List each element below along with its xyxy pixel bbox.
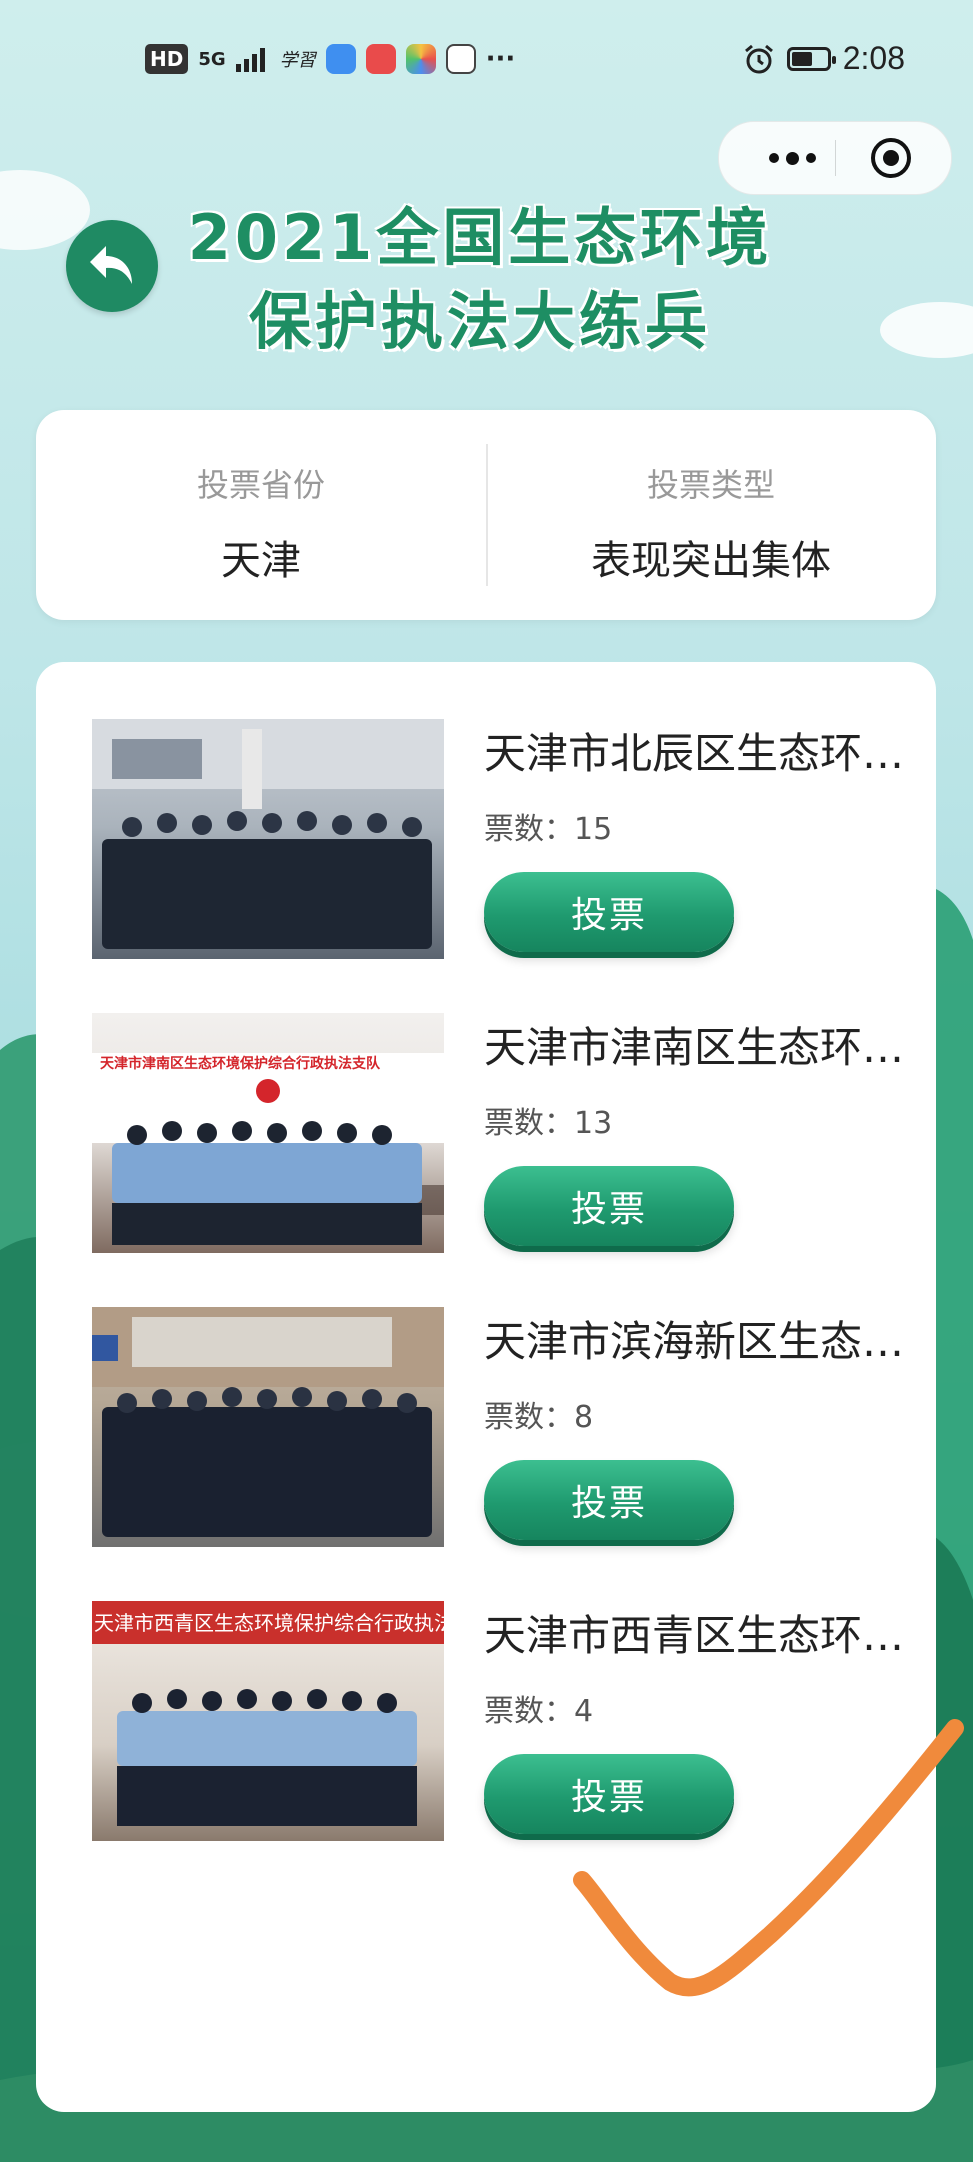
list-item: 天津市西青区生态环境保护综合行政执法支队 天津市西青区生态环境保护综合行政执法支… (36, 1544, 936, 1841)
team-photo (92, 1307, 444, 1547)
team-photo: 天津市西青区生态环境保护综合行政执法支队 (92, 1601, 444, 1841)
vote-button[interactable]: 投票 (484, 1754, 734, 1834)
vote-count: 票数：8 (484, 1392, 593, 1436)
candidate-name: 天津市西青区生态环境保护综合行政执法支队 (484, 1611, 928, 1660)
vote-count: 票数：15 (484, 804, 612, 848)
miniprogram-capsule (718, 121, 952, 195)
vote-count-value: 13 (574, 1106, 613, 1141)
vote-count-label: 票数： (484, 1694, 574, 1729)
colorful-app-icon (405, 44, 436, 74)
status-bar-left: HD 5G 学習 ··· (145, 44, 515, 74)
vote-count: 票数：13 (484, 1098, 612, 1142)
vote-count-label: 票数： (484, 1400, 574, 1435)
province-filter[interactable]: 投票省份 天津 (36, 410, 486, 620)
photo-banner-text: 天津市津南区生态环境保护综合行政执法支队 (100, 1056, 380, 1072)
vote-button[interactable]: 投票 (484, 872, 734, 952)
list-item: 天津市津南区生态环境保护综合行政执法支队 天津市津南区生态环境保护综合行政执法支… (36, 956, 936, 1253)
alarm-icon (744, 44, 773, 73)
hexagon-app-icon (445, 44, 476, 74)
vote-count-value: 8 (574, 1400, 594, 1435)
vote-button[interactable]: 投票 (484, 1460, 734, 1540)
title-line-1: 2021全国生态环境 (187, 201, 773, 274)
province-value: 天津 (221, 538, 301, 584)
candidate-list: 天津市北辰区生态环境保护综合行政执法支队 票数：15 投票 (36, 662, 936, 2112)
vote-count-label: 票数： (484, 812, 574, 847)
photo-banner-text: 天津市西青区生态环境保护综合行政执法支队 (94, 1611, 444, 1635)
more-notifications-icon: ··· (485, 44, 516, 74)
list-item: 天津市滨海新区生态环境保护综合行政执法支队 票数：8 投票 (36, 1250, 936, 1547)
more-dots-icon[interactable] (749, 122, 835, 194)
vote-count-value: 4 (574, 1694, 594, 1729)
signal-icon (235, 48, 265, 72)
back-arrow-icon (90, 246, 132, 284)
team-photo-figures (92, 719, 444, 949)
status-bar: HD 5G 学習 ··· 2:08 (0, 40, 973, 84)
back-button[interactable] (66, 220, 158, 312)
vote-count: 票数：4 (484, 1686, 593, 1730)
type-filter[interactable]: 投票类型 表现突出集体 (486, 410, 936, 620)
title-line-2: 保护执法大练兵 (248, 285, 711, 358)
filter-card: 投票省份 天津 投票类型 表现突出集体 (36, 410, 936, 620)
hd-badge: HD (145, 44, 189, 74)
app-notification-text: 学習 (279, 50, 316, 71)
battery-icon (786, 46, 836, 71)
team-photo (92, 719, 444, 959)
candidate-name: 天津市滨海新区生态环境保护综合行政执法支队 (484, 1317, 928, 1366)
status-bar-right: 2:08 (743, 40, 905, 77)
candidate-name: 天津市津南区生态环境保护综合行政执法支队 (484, 1023, 928, 1072)
team-photo: 天津市津南区生态环境保护综合行政执法支队 (92, 1013, 444, 1253)
target-close-icon[interactable] (869, 136, 913, 180)
network-type: 5G (198, 48, 226, 70)
cloud-app-icon (325, 44, 356, 74)
clock-time: 2:08 (842, 40, 905, 76)
vote-count-label: 票数： (484, 1106, 574, 1141)
candidate-name: 天津市北辰区生态环境保护综合行政执法支队 (484, 729, 928, 778)
list-item: 天津市北辰区生态环境保护综合行政执法支队 票数：15 投票 (36, 662, 936, 959)
type-value: 表现突出集体 (591, 538, 831, 584)
screen: HD 5G 学習 ··· 2:08 2021全国生态环境 保护执法大练兵 投票省… (0, 0, 973, 2162)
province-label: 投票省份 (196, 466, 325, 504)
vote-button[interactable]: 投票 (484, 1166, 734, 1246)
battery-level (791, 51, 813, 66)
type-label: 投票类型 (646, 466, 775, 504)
vote-count-value: 15 (574, 812, 613, 847)
team-photo-figures (117, 1689, 417, 1826)
team-photo-figures (92, 1307, 444, 1537)
team-photo-figures (92, 1053, 444, 1245)
red-app-icon (365, 44, 396, 74)
page-title: 2021全国生态环境 保护执法大练兵 (150, 196, 810, 364)
capsule-divider (835, 140, 836, 176)
